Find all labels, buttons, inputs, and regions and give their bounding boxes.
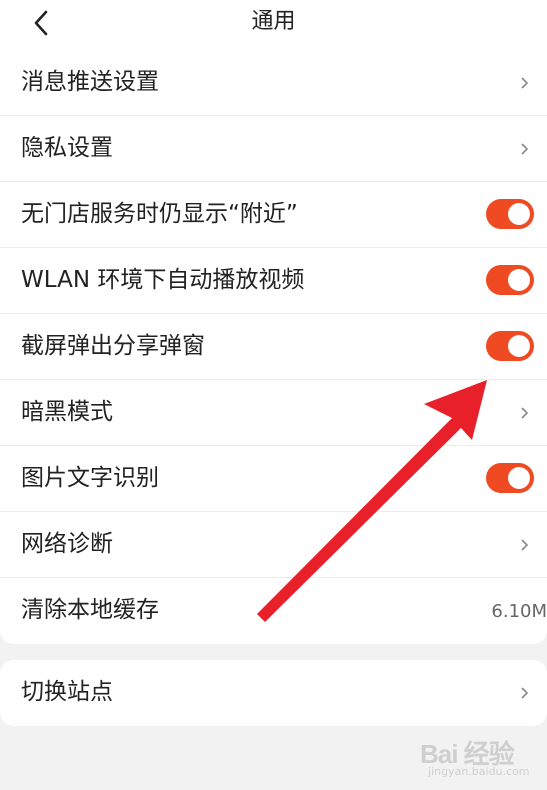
settings-list: 消息推送设置 隐私设置 无门店服务时仍显示“附近” WLAN 环境下自动播放视频… — [0, 50, 547, 644]
setting-switch-site[interactable]: 切换站点 — [0, 660, 547, 726]
setting-image-text-recognition: 图片文字识别 — [0, 446, 547, 512]
setting-label: 消息推送设置 — [21, 69, 159, 95]
setting-show-nearby: 无门店服务时仍显示“附近” — [0, 182, 547, 248]
chevron-right-icon — [521, 539, 529, 551]
chevron-right-icon — [521, 143, 529, 155]
setting-label: 无门店服务时仍显示“附近” — [21, 201, 298, 227]
cache-size-value: 6.10M — [491, 601, 547, 622]
watermark-logo: Bai 经验 jingyan.baidu.com — [420, 732, 545, 782]
settings-list-secondary: 切换站点 — [0, 660, 547, 726]
setting-network-diagnosis[interactable]: 网络诊断 — [0, 512, 547, 578]
chevron-right-icon — [521, 77, 529, 89]
setting-screenshot-share: 截屏弹出分享弹窗 — [0, 314, 547, 380]
toggle-knob — [508, 335, 530, 357]
watermark-subtext: jingyan.baidu.com — [428, 765, 530, 778]
chevron-right-icon — [521, 407, 529, 419]
show-nearby-toggle[interactable] — [486, 199, 534, 229]
setting-clear-cache[interactable]: 清除本地缓存 6.10M — [0, 578, 547, 644]
setting-dark-mode[interactable]: 暗黑模式 — [0, 380, 547, 446]
toggle-knob — [508, 203, 530, 225]
top-bar: 通用 — [0, 0, 547, 50]
setting-label: 清除本地缓存 — [21, 597, 159, 623]
setting-label: 暗黑模式 — [21, 399, 113, 425]
chevron-right-icon — [521, 687, 529, 699]
setting-label: 截屏弹出分享弹窗 — [21, 333, 205, 359]
setting-label: 切换站点 — [21, 679, 113, 705]
page-title: 通用 — [251, 9, 296, 34]
setting-wlan-autoplay: WLAN 环境下自动播放视频 — [0, 248, 547, 314]
setting-label: 隐私设置 — [21, 135, 113, 161]
image-text-recognition-toggle[interactable] — [486, 463, 534, 493]
setting-privacy[interactable]: 隐私设置 — [0, 116, 547, 182]
setting-label: 图片文字识别 — [21, 465, 159, 491]
screenshot-share-toggle[interactable] — [486, 331, 534, 361]
setting-push-notifications[interactable]: 消息推送设置 — [0, 50, 547, 116]
setting-label: WLAN 环境下自动播放视频 — [21, 267, 305, 293]
toggle-knob — [508, 467, 530, 489]
setting-label: 网络诊断 — [21, 531, 113, 557]
wlan-autoplay-toggle[interactable] — [486, 265, 534, 295]
toggle-knob — [508, 269, 530, 291]
